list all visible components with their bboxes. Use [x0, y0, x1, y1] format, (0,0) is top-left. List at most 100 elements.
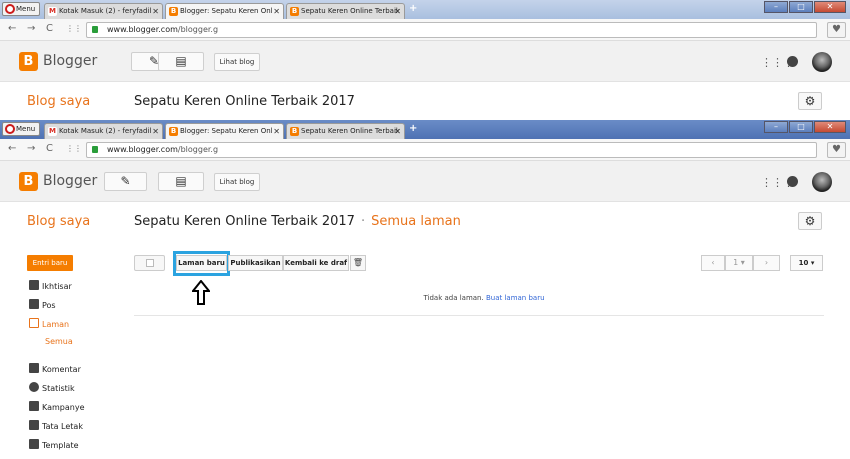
sidebar-item-komentar[interactable]: Komentar	[29, 363, 81, 376]
sidebar-item-template[interactable]: Template	[29, 439, 79, 452]
avatar[interactable]	[812, 52, 832, 72]
browser-window-front: Menu M Kotak Masuk (2) - feryfadil ✕ B Blog…	[0, 120, 850, 459]
blogger-icon: B	[290, 127, 299, 136]
my-blogs-link[interactable]: Blog saya	[27, 94, 90, 109]
template-icon	[29, 439, 39, 449]
speed-dial-icon[interactable]: ⋮⋮	[66, 24, 82, 33]
address-bar-row: ← → C ⋮⋮ www.blogger.com/blogger.g ♥	[0, 19, 850, 41]
page-number-select[interactable]: 1 ▾	[725, 255, 753, 271]
publish-button[interactable]: Publikasikan	[228, 255, 283, 271]
brand-name[interactable]: Blogger	[43, 53, 97, 69]
close-icon[interactable]: ✕	[273, 124, 280, 139]
prev-page-button[interactable]: ‹	[701, 255, 725, 271]
lock-icon	[92, 26, 98, 33]
tab-blogger[interactable]: B Blogger: Sepatu Keren Onl ✕	[165, 123, 284, 139]
gmail-icon: M	[48, 127, 57, 136]
address-field[interactable]: www.blogger.com/blogger.g	[86, 142, 817, 158]
revert-to-draft-button[interactable]: Kembali ke draf	[283, 255, 349, 271]
opera-menu-button[interactable]: Menu	[2, 122, 40, 136]
tab-bar: Menu M Kotak Masuk (2) - feryfadil ✕ B Blog…	[0, 0, 850, 19]
sidebar-item-kampanye[interactable]: Kampanye	[29, 401, 85, 414]
blogger-header: B Blogger ✎ ▤ Lihat blog ⋮⋮⋮	[0, 161, 850, 202]
minimize-button[interactable]: –	[764, 121, 788, 133]
close-icon[interactable]: ✕	[394, 124, 401, 139]
sidebar-item-statistik[interactable]: Statistik	[29, 382, 75, 395]
maximize-button[interactable]: □	[789, 121, 813, 133]
trash-icon[interactable]: 🗑	[350, 255, 366, 271]
address-field[interactable]: www.blogger.com/blogger.g	[86, 22, 817, 38]
new-post-button[interactable]: Entri baru	[27, 255, 73, 271]
heart-icon[interactable]: ♥	[827, 22, 846, 38]
avatar[interactable]	[812, 172, 832, 192]
new-tab-button[interactable]: +	[409, 123, 417, 134]
create-page-link[interactable]: Buat laman baru	[486, 294, 545, 302]
highlight-box	[173, 251, 230, 276]
back-icon[interactable]: ←	[8, 143, 16, 154]
sidebar-item-ikhtisar[interactable]: Ikhtisar	[29, 280, 72, 293]
posts-icon[interactable]: ▤	[158, 172, 204, 191]
empty-text: Tidak ada laman.	[423, 294, 484, 302]
gear-icon[interactable]: ⚙	[798, 92, 822, 110]
heart-icon[interactable]: ♥	[827, 142, 846, 158]
posts-icon[interactable]: ▤	[158, 52, 204, 71]
next-page-button[interactable]: ›	[753, 255, 780, 271]
url-domain: www.blogger.com	[107, 145, 178, 154]
notifications-icon[interactable]	[787, 176, 798, 187]
comment-icon	[29, 363, 39, 373]
maximize-button[interactable]: □	[789, 1, 813, 13]
tab-blogger[interactable]: B Blogger: Sepatu Keren Onl ✕	[165, 3, 284, 19]
sidebar-item-pos[interactable]: Pos	[29, 299, 56, 312]
checkbox-box[interactable]	[146, 259, 154, 267]
sidebar-item-label: Pos	[42, 301, 56, 310]
tab-gmail[interactable]: M Kotak Masuk (2) - feryfadil ✕	[44, 123, 163, 139]
view-blog-button[interactable]: Lihat blog	[214, 173, 260, 191]
minimize-button[interactable]: –	[764, 1, 788, 13]
sidebar-item-label: Laman	[42, 320, 70, 329]
sidebar-item-tata-letak[interactable]: Tata Letak	[29, 420, 83, 433]
tab-gmail[interactable]: M Kotak Masuk (2) - feryfadil ✕	[44, 3, 163, 19]
select-all-checkbox[interactable]	[134, 255, 165, 271]
gear-icon[interactable]: ⚙	[798, 212, 822, 230]
blogger-icon: B	[290, 7, 299, 16]
back-icon[interactable]: ←	[8, 23, 16, 34]
my-blogs-link[interactable]: Blog saya	[27, 214, 90, 229]
new-tab-button[interactable]: +	[409, 3, 417, 14]
menu-label: Menu	[16, 5, 36, 13]
close-window-button[interactable]: ✕	[814, 121, 846, 133]
home-icon	[29, 280, 39, 290]
blogger-logo-icon[interactable]: B	[19, 52, 38, 71]
close-icon[interactable]: ✕	[273, 4, 280, 19]
blogger-logo-icon[interactable]: B	[19, 172, 38, 191]
per-page-select[interactable]: 10 ▾	[790, 255, 823, 271]
view-blog-button[interactable]: Lihat blog	[214, 53, 260, 71]
stats-icon	[29, 382, 39, 392]
blog-title: Sepatu Keren Online Terbaik 2017 · Semua l…	[134, 214, 461, 229]
tab-blog[interactable]: B Sepatu Keren Online Terbaik ✕	[286, 3, 405, 19]
sidebar-item-laman[interactable]: Laman	[29, 318, 69, 331]
blogger-icon: B	[169, 7, 178, 16]
notifications-icon[interactable]	[787, 56, 798, 67]
page-number: 1	[733, 258, 739, 267]
menu-label: Menu	[16, 125, 36, 133]
brand-name[interactable]: Blogger	[43, 173, 97, 189]
sidebar-item-label: Komentar	[42, 365, 81, 374]
close-window-button[interactable]: ✕	[814, 1, 846, 13]
opera-menu-button[interactable]: Menu	[2, 2, 40, 16]
reload-icon[interactable]: C	[46, 143, 53, 154]
forward-icon[interactable]: →	[27, 23, 35, 34]
speed-dial-icon[interactable]: ⋮⋮	[66, 144, 82, 153]
close-icon[interactable]: ✕	[394, 4, 401, 19]
tab-title: Blogger: Sepatu Keren Onl	[180, 127, 273, 135]
empty-state: Tidak ada laman. Buat laman baru	[134, 294, 834, 302]
tab-blog[interactable]: B Sepatu Keren Online Terbaik ✕	[286, 123, 405, 139]
close-icon[interactable]: ✕	[152, 124, 159, 139]
reload-icon[interactable]: C	[46, 23, 53, 34]
forward-icon[interactable]: →	[27, 143, 35, 154]
close-icon[interactable]: ✕	[152, 4, 159, 19]
sidebar-item-semua[interactable]: Semua	[45, 336, 73, 348]
tab-title: Sepatu Keren Online Terbaik	[301, 7, 400, 15]
pencil-icon[interactable]: ✎	[104, 172, 147, 191]
section-title: Semua laman	[371, 214, 461, 229]
pages-panel: Laman baru Publikasikan Kembali ke draf …	[134, 240, 834, 459]
sidebar-item-label: Kampanye	[42, 403, 85, 412]
